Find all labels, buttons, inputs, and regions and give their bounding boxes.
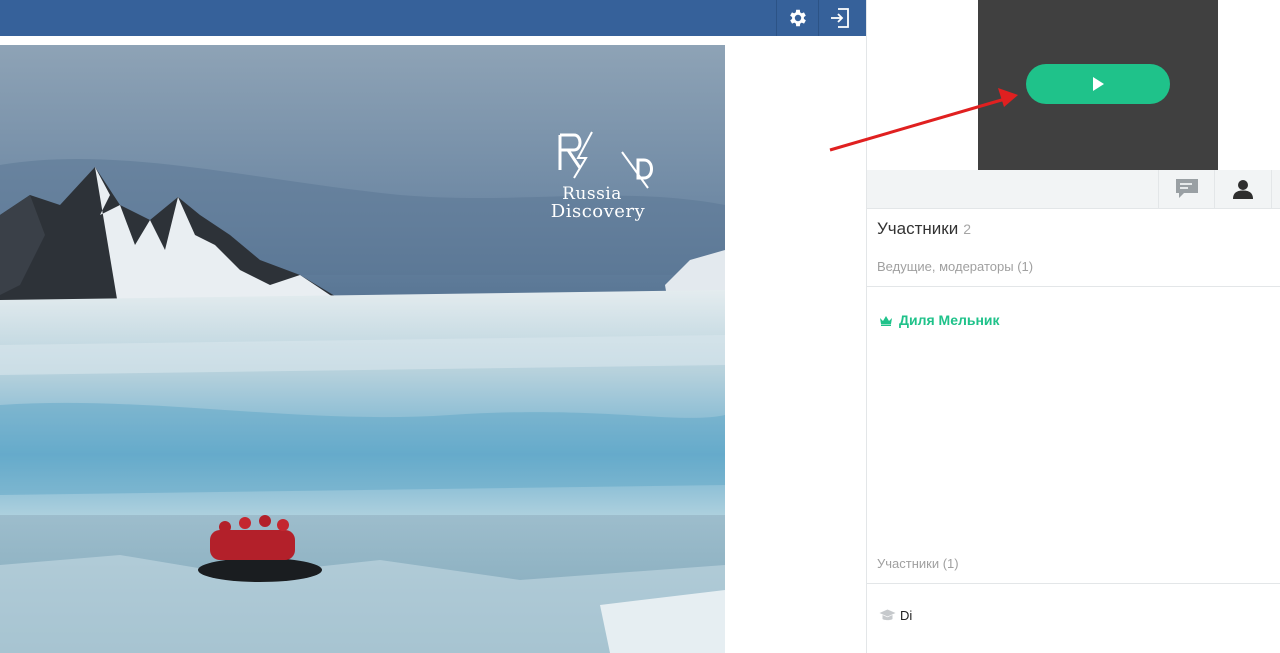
presentation-slide: Russia Discovery	[0, 45, 725, 653]
gear-icon	[790, 9, 806, 27]
host-name: Диля Мельник	[899, 312, 1000, 328]
user-icon	[1233, 180, 1253, 199]
exit-button[interactable]	[818, 0, 861, 36]
participants-title-text: Участники	[877, 219, 959, 238]
divider	[867, 583, 1280, 584]
tab-chat[interactable]	[1158, 170, 1215, 208]
chat-icon	[1176, 179, 1198, 198]
participant-name: Di	[900, 608, 913, 623]
play-button[interactable]	[1026, 64, 1170, 104]
crown-icon	[880, 315, 892, 326]
host-item[interactable]: Диля Мельник	[879, 312, 1000, 328]
panel-tabs	[867, 170, 1280, 209]
participant-item[interactable]: Di	[879, 608, 912, 623]
participants-title: Участники 2	[877, 219, 971, 239]
hosts-section-label: Ведущие, модераторы (1)	[877, 259, 1034, 274]
graduation-cap-icon	[879, 609, 896, 621]
participants-count: 2	[963, 221, 972, 237]
tab-participants[interactable]	[1214, 170, 1272, 208]
video-player	[978, 0, 1218, 170]
settings-button[interactable]	[776, 0, 819, 36]
top-toolbar	[0, 0, 866, 36]
play-icon	[1093, 77, 1104, 91]
exit-icon	[831, 8, 849, 28]
logo-text-discovery: Discovery	[550, 201, 646, 222]
divider	[867, 286, 1280, 287]
brand-logo: Russia Discovery	[548, 130, 663, 230]
logo-mark-icon	[558, 131, 653, 189]
participants-section-label: Участники (1)	[877, 556, 959, 571]
column-divider	[866, 0, 867, 653]
